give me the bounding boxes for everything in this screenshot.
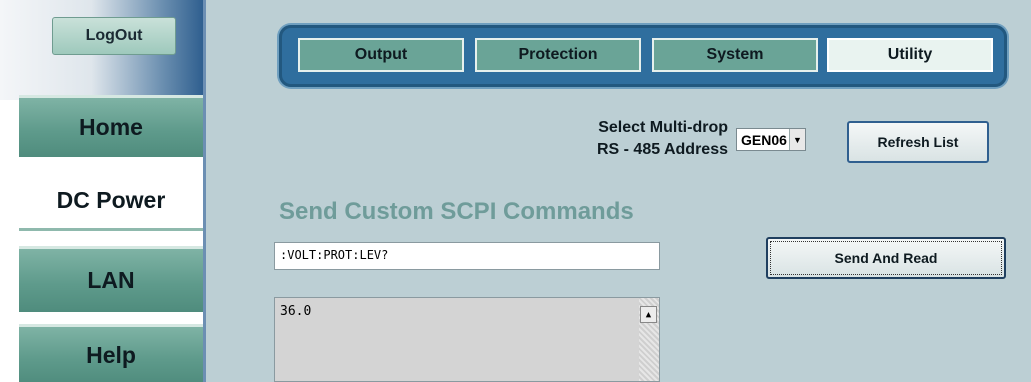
refresh-list-button[interactable]: Refresh List <box>847 121 989 163</box>
divider <box>19 312 203 324</box>
section-title: Send Custom SCPI Commands <box>279 198 634 225</box>
multidrop-label-line2: RS - 485 Address <box>596 141 728 158</box>
sidebar-item-help[interactable]: Help <box>19 324 203 382</box>
divider <box>19 157 203 169</box>
tab-utility[interactable]: Utility <box>827 38 993 72</box>
tab-output[interactable]: Output <box>298 38 464 72</box>
sidebar-item-label: Home <box>79 114 143 140</box>
logout-button[interactable]: LogOut <box>52 17 176 55</box>
chevron-down-icon[interactable]: ▼ <box>789 129 805 150</box>
divider <box>19 234 203 246</box>
tab-bar: Output Protection System Utility <box>279 25 1007 87</box>
sidebar-item-label: Help <box>86 342 136 368</box>
address-select-value: GEN06 <box>741 131 787 148</box>
scpi-response-textarea[interactable]: 36.0 ▲ <box>274 297 660 382</box>
sidebar-item-label: LAN <box>87 267 135 293</box>
scpi-command-input[interactable]: :VOLT:PROT:LEV? <box>274 242 660 270</box>
scroll-up-arrow-icon[interactable]: ▲ <box>640 306 657 323</box>
send-and-read-button[interactable]: Send And Read <box>766 237 1006 279</box>
tab-protection[interactable]: Protection <box>475 38 641 72</box>
multidrop-label: Select Multi-drop RS - 485 Address <box>508 117 728 161</box>
scrollbar[interactable]: ▲ <box>639 298 659 381</box>
sidebar: LogOut Home DC Power LAN Help <box>0 0 203 382</box>
sidebar-item-lan[interactable]: LAN <box>19 246 203 312</box>
tab-system[interactable]: System <box>652 38 818 72</box>
response-text: 36.0 <box>280 304 312 319</box>
main-panel: Output Protection System Utility Select … <box>206 0 1031 382</box>
multidrop-label-line1: Select Multi-drop <box>598 119 728 136</box>
address-select[interactable]: GEN06 ▼ <box>736 128 806 151</box>
sidebar-item-dc-power[interactable]: DC Power <box>19 169 203 231</box>
sidebar-item-label: DC Power <box>56 186 166 213</box>
sidebar-item-home[interactable]: Home <box>19 95 203 157</box>
